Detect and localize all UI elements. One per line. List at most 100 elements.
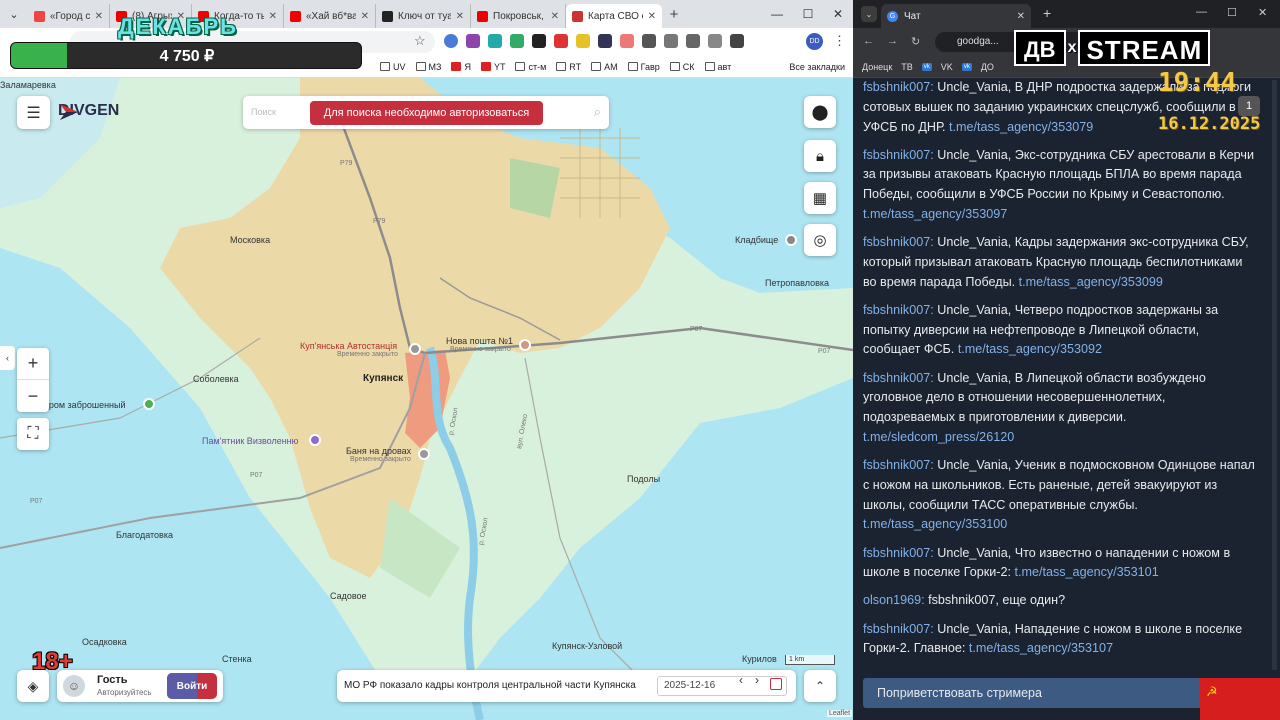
all-bookmarks[interactable]: Все закладки (789, 62, 845, 72)
minimize-icon[interactable]: — (1196, 6, 1207, 18)
chat-username[interactable]: fsbshnik007: (863, 371, 934, 385)
bus-station-icon[interactable] (409, 343, 421, 355)
chat-link[interactable]: t.me/sledcom_press/26120 (863, 430, 1014, 444)
extension-icon[interactable] (554, 34, 568, 48)
bookmark-item[interactable]: МЗ (415, 62, 441, 72)
zoom-out-button[interactable]: − (17, 380, 49, 412)
chat-username[interactable]: fsbshnik007: (863, 80, 934, 94)
close-window-icon[interactable]: ✕ (1258, 6, 1267, 19)
chat-link[interactable]: t.me/tass_agency/353099 (1019, 275, 1163, 289)
chat-username[interactable]: fsbshnik007: (863, 622, 934, 636)
extension-icon[interactable] (444, 34, 458, 48)
calendar-icon[interactable] (770, 678, 782, 690)
close-icon[interactable]: ✕ (551, 11, 559, 22)
tab-6[interactable]: Покровськ, М ✕ (471, 4, 566, 28)
close-icon[interactable]: ✕ (1017, 11, 1025, 22)
chat-link[interactable]: t.me/tass_agency/353107 (969, 641, 1113, 655)
close-icon[interactable]: ✕ (269, 11, 277, 22)
close-icon[interactable]: ✕ (456, 11, 464, 22)
chat-link[interactable]: t.me/tass_agency/353092 (958, 342, 1102, 356)
minimize-icon[interactable]: — (762, 0, 792, 28)
tab-4[interactable]: «Хай вб*вают ✕ (284, 4, 376, 28)
new-tab-button[interactable]: + (662, 6, 686, 23)
location-pin-button[interactable]: ⬤ (804, 96, 836, 128)
bookmark-item[interactable]: UV (380, 62, 406, 72)
chat-username[interactable]: fsbshnik007: (863, 148, 934, 162)
extension-icon[interactable] (576, 34, 590, 48)
extension-icon[interactable] (466, 34, 480, 48)
bookmark-item[interactable]: авт (704, 62, 731, 72)
new-tab-button[interactable]: + (1043, 5, 1051, 21)
fullscreen-button[interactable]: ⛶ (17, 418, 49, 450)
news-headline[interactable]: МО РФ показало кадры контроля центрально… (344, 680, 636, 691)
profile-avatar[interactable]: DD (806, 33, 823, 50)
bookmark-star-icon[interactable]: ☆ (414, 33, 426, 49)
chat-link[interactable]: t.me/tass_agency/353097 (863, 207, 1007, 221)
menu-kebab-icon[interactable]: ⋮ (833, 33, 846, 49)
bookmark-item[interactable]: ТВ (901, 62, 913, 72)
chat-scrollbar[interactable] (1272, 80, 1277, 670)
chat-link[interactable]: t.me/tass_agency/353100 (863, 517, 1007, 531)
prev-date-icon[interactable]: ‹ (739, 673, 743, 687)
bookmark-item[interactable]: ст-м (515, 62, 546, 72)
extension-icon[interactable] (642, 34, 656, 48)
zoom-in-button[interactable]: + (17, 348, 49, 380)
bookmark-item[interactable]: Я (451, 62, 471, 72)
tab-chat[interactable]: G Чат ✕ (881, 4, 1031, 28)
puzzle-icon[interactable] (664, 34, 678, 48)
collapse-button[interactable]: ⌃ (804, 670, 836, 702)
tab-7-active[interactable]: Карта СВО от ✕ (566, 4, 662, 28)
monument-icon[interactable] (309, 434, 321, 446)
bookmark-item[interactable]: Гавр (627, 62, 660, 72)
post-office-icon[interactable] (519, 339, 531, 351)
map-attribution[interactable]: Leaflet (827, 710, 853, 717)
close-icon[interactable]: ✕ (648, 11, 656, 22)
map-canvas[interactable]: Заламаревка Московка Кладбище Петропавло… (0, 78, 853, 720)
bookmark-item[interactable]: YT (480, 62, 505, 72)
maximize-icon[interactable]: ☐ (1227, 6, 1237, 19)
bookmark-item[interactable]: RT (556, 62, 581, 72)
key-icon[interactable] (686, 34, 700, 48)
bookmark-item[interactable]: Донецк (862, 62, 892, 72)
auth-required-button[interactable]: Для поиска необходимо авторизоваться (310, 101, 543, 125)
extension-icon[interactable] (488, 34, 502, 48)
chat-link[interactable]: t.me/tass_agency/353079 (949, 120, 1093, 134)
tab-5[interactable]: Ключ от туал ✕ (376, 4, 471, 28)
forward-icon[interactable]: → (887, 35, 898, 47)
ruler-button[interactable]: ▦ (804, 182, 836, 214)
date-field[interactable]: 2025-12-16 (657, 676, 787, 696)
chat-username[interactable]: olson1969: (863, 593, 925, 607)
map-search-box[interactable]: Поиск Для поиска необходимо авторизовать… (243, 96, 609, 129)
extension-icon[interactable] (620, 34, 634, 48)
back-icon[interactable]: ← (863, 35, 874, 47)
bookmark-item[interactable]: СК (669, 62, 695, 72)
chat-username[interactable]: fsbshnik007: (863, 235, 934, 249)
close-icon[interactable]: ✕ (361, 11, 369, 22)
extension-icon[interactable] (510, 34, 524, 48)
cemetery-icon[interactable] (785, 234, 797, 246)
close-icon[interactable]: ✕ (95, 11, 103, 22)
link-icon[interactable] (708, 34, 722, 48)
lock-button[interactable]: 🔒︎ (804, 140, 836, 172)
bookmark-item[interactable]: ДО (981, 62, 994, 72)
park-icon[interactable] (143, 398, 155, 410)
extension-icon[interactable] (532, 34, 546, 48)
target-button[interactable]: ◎ (804, 224, 836, 256)
translate-icon[interactable] (730, 34, 744, 48)
login-button[interactable]: Войти (167, 673, 217, 699)
tab-search-button[interactable]: ⌄ (861, 6, 877, 22)
next-date-icon[interactable]: › (755, 673, 759, 687)
search-icon[interactable]: ⌕ (594, 104, 601, 120)
side-panel-toggle-icon[interactable]: ‹ (0, 346, 15, 370)
bathhouse-icon[interactable] (418, 448, 430, 460)
chat-link[interactable]: t.me/tass_agency/353101 (1014, 565, 1158, 579)
extension-icon[interactable] (598, 34, 612, 48)
bookmark-item[interactable]: VK (941, 62, 953, 72)
tab-search-button[interactable]: ⌄ (0, 0, 28, 28)
hamburger-menu-button[interactable]: ☰ (17, 96, 50, 129)
chat-username[interactable]: fsbshnik007: (863, 458, 934, 472)
tab-1[interactable]: «Город спас ✕ (28, 4, 110, 28)
reload-icon[interactable]: ↻ (911, 35, 920, 48)
maximize-icon[interactable]: ☐ (793, 0, 823, 28)
chat-username[interactable]: fsbshnik007: (863, 546, 934, 560)
